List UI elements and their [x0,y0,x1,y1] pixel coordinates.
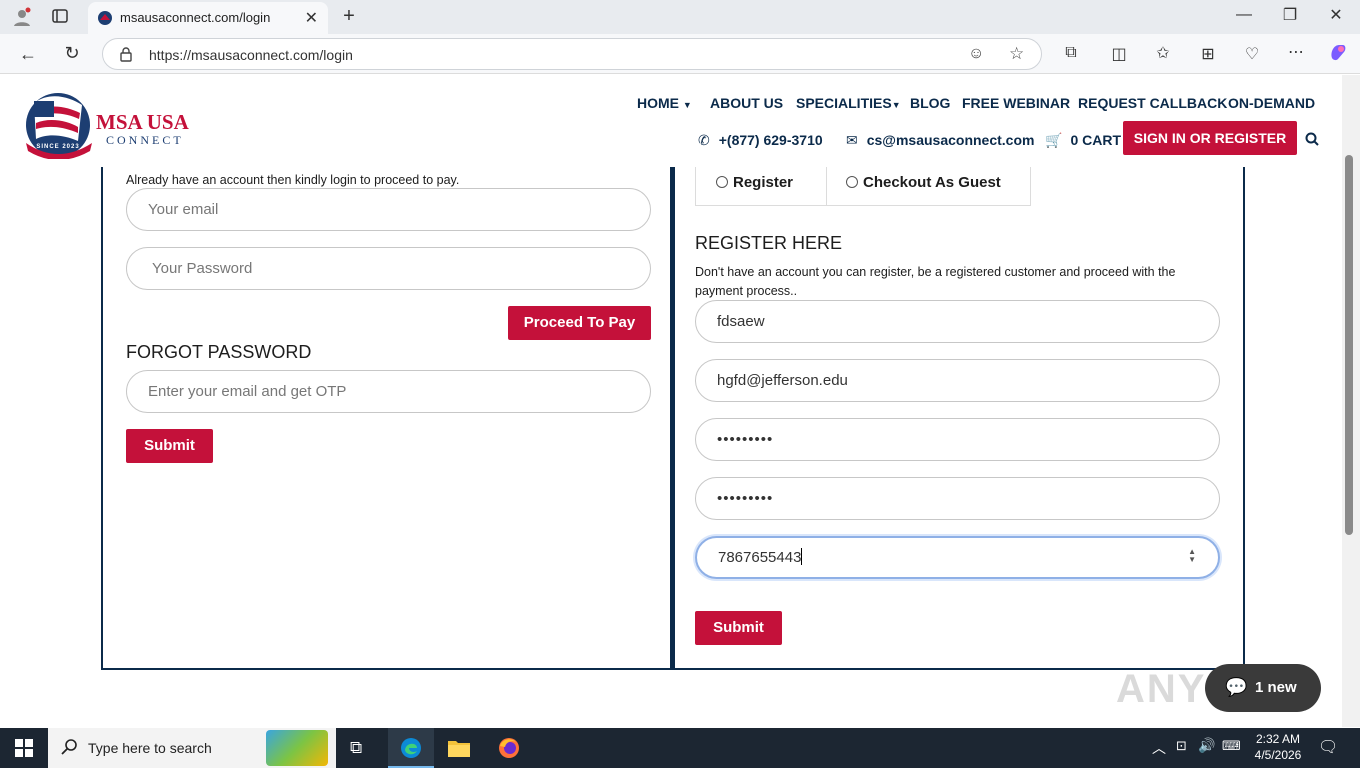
scrollbar-thumb[interactable] [1345,155,1353,535]
close-tab-icon[interactable]: ✕ [305,8,318,28]
nav-home-label: HOME [637,95,679,111]
page-viewport: Already have an account then kindly logi… [0,75,1342,727]
address-toolbar: ← ↻ https://msausaconnect.com/login ☺ ☆ … [0,34,1360,74]
phone-text: +(877) 629-3710 [718,132,823,148]
profile-icon[interactable] [11,7,33,32]
nav-free-webinar[interactable]: FREE WEBINAR [962,95,1070,111]
reader-icon[interactable]: ☺ [968,45,984,63]
file-explorer-icon[interactable] [447,737,471,764]
clock-date: 4/5/2026 [1254,748,1302,762]
logo-since-text: SINCE 2023 [36,144,80,150]
register-email-input[interactable]: hgfd@jefferson.edu [695,359,1220,402]
taskbar-search-box[interactable]: Type here to search [48,728,336,768]
new-tab-icon[interactable]: + [338,5,360,28]
extensions-icon[interactable]: ⧉ [1060,44,1082,62]
register-option-label: Register [733,174,794,191]
register-submit-button[interactable]: Submit [695,611,782,645]
clock[interactable]: 2:32 AM 4/5/2026 [1248,731,1308,763]
chat-bubble-icon: 💬 [1225,677,1248,697]
nav-specialities[interactable]: SPECIALITIES▼ [796,95,901,111]
clock-time: 2:32 AM [1255,732,1301,746]
nav-home[interactable]: HOME ▼ [637,95,692,111]
email-text: cs@msausaconnect.com [866,132,1035,148]
phone-value: 7867655443 [718,549,802,566]
search-icon[interactable] [1305,132,1319,151]
caret-down-icon: ▼ [891,100,901,110]
guest-option-label: Checkout As Guest [863,174,1001,191]
register-name-input[interactable]: fdsaew [695,300,1220,343]
forgot-submit-button[interactable]: Submit [126,429,213,463]
register-confirm-password-input[interactable]: ••••••••• [695,477,1220,520]
site-info-icon[interactable] [119,46,133,67]
guest-option[interactable]: Checkout As Guest [846,174,1001,191]
nav-about-us[interactable]: ABOUT US [710,95,783,111]
copilot-icon[interactable] [1327,42,1349,67]
register-password-input[interactable]: ••••••••• [695,418,1220,461]
firefox-icon[interactable] [497,736,521,765]
favorites-icon[interactable]: ✩ [1152,43,1174,63]
register-option[interactable]: Register [716,174,793,191]
nav-blog[interactable]: BLOG [910,95,950,111]
logo-title: MSA USA [96,110,189,134]
active-tab[interactable]: msausaconnect.com/login ✕ [88,2,328,34]
login-email-input[interactable]: Your email [126,188,651,231]
url-text: https://msausaconnect.com/login [149,47,353,63]
register-phone-input[interactable]: 7867655443 ▲ ▼ [695,536,1220,579]
login-password-input[interactable]: Your Password [126,247,651,290]
back-icon[interactable]: ← [17,44,39,65]
forgot-password-heading: FORGOT PASSWORD [126,342,312,362]
collections-icon[interactable]: ⊞ [1197,44,1219,64]
restore-icon[interactable]: ❐ [1279,5,1301,25]
windows-start-icon[interactable] [14,738,34,763]
network-icon[interactable]: ⊡ [1176,738,1187,754]
site-logo[interactable]: SINCE 2023 MSA USA CONNECT [20,83,200,159]
sign-in-register-button[interactable]: SIGN IN OR REGISTER [1123,121,1297,155]
url-bar[interactable]: https://msausaconnect.com/login ☺ ☆ [102,38,1042,70]
cart-icon: 🛒 [1045,132,1063,148]
close-window-icon[interactable]: ✕ [1325,5,1347,25]
envelope-icon: ✉ [846,132,858,148]
site-header: SINCE 2023 MSA USA CONNECT HOME ▼ ABOUT … [0,75,1342,167]
performance-icon[interactable]: ♡ [1241,44,1263,64]
nav-request-callback[interactable]: REQUEST CALLBACK [1078,95,1227,111]
minimize-icon[interactable]: — [1233,6,1255,24]
tab-title: msausaconnect.com/login [120,10,271,25]
nav-specialities-label: SPECIALITIES [796,95,892,111]
tab-actions-icon[interactable] [49,7,71,30]
search-icon [61,738,79,761]
search-highlight-icon [266,730,328,766]
task-view-icon[interactable]: ⧉ [350,738,362,758]
email-link[interactable]: ✉ cs@msausaconnect.com [846,132,1034,149]
forgot-email-input[interactable]: Enter your email and get OTP [126,370,651,413]
register-radio[interactable] [716,176,728,188]
volume-icon[interactable]: 🔊 [1198,737,1215,754]
favorite-star-icon[interactable]: ☆ [1009,44,1024,64]
chat-badge-text: 1 new [1255,679,1297,696]
refresh-icon[interactable]: ↻ [61,43,83,64]
register-description: Don't have an account you can register, … [695,265,1176,298]
text-cursor [801,548,803,565]
logo-subtitle: CONNECT [106,133,184,147]
more-menu-icon[interactable]: ⋯ [1285,42,1307,62]
phone-link[interactable]: ✆ +(877) 629-3710 [698,132,823,149]
tray-chevron-icon[interactable]: ︿ [1152,738,1166,758]
keyboard-icon[interactable]: ⌨ [1222,738,1241,754]
edge-taskbar-button[interactable] [388,728,434,768]
taskbar-search-placeholder: Type here to search [88,740,212,756]
browser-tab-bar: msausaconnect.com/login ✕ + — ❐ ✕ [0,0,1360,34]
phone-icon: ✆ [698,132,710,148]
number-spinner-icon[interactable]: ▲ ▼ [1188,548,1196,564]
split-screen-icon[interactable]: ◫ [1108,44,1130,64]
cart-link[interactable]: 🛒 0 CART [1045,132,1121,149]
caret-down-icon: ▼ [682,100,692,110]
cart-text: 0 CART [1070,132,1121,148]
nav-on-demand[interactable]: ON-DEMAND [1228,95,1315,111]
windows-taskbar: Type here to search ⧉ ︿ ⊡ 🔊 ⌨ 2:32 AM 4/… [0,728,1360,768]
guest-radio[interactable] [846,176,858,188]
register-heading: REGISTER HERE [695,233,843,253]
notifications-icon[interactable]: 🗨 [1318,737,1338,757]
chat-widget-button[interactable]: 💬 1 new [1205,664,1321,712]
favicon-icon [97,10,113,26]
proceed-to-pay-button[interactable]: Proceed To Pay [508,306,651,340]
